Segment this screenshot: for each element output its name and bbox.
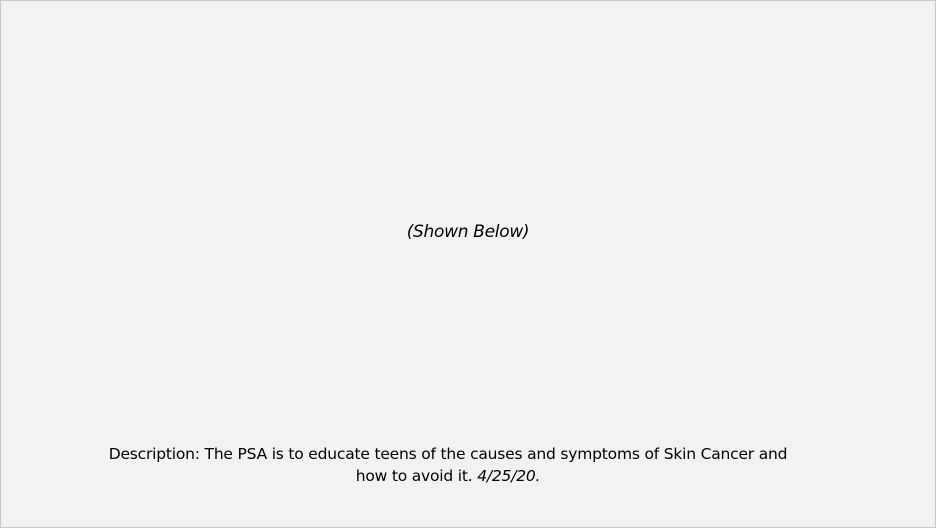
description-text: Description: The PSA is to educate teens… [108,445,788,485]
description-date: 4/25/20. [477,466,541,485]
slide-description: Description: The PSA is to educate teens… [101,444,795,487]
slide-subtitle: (Shown Below) [406,222,530,242]
slide: (Shown Below) Description: The PSA is to… [0,0,936,528]
